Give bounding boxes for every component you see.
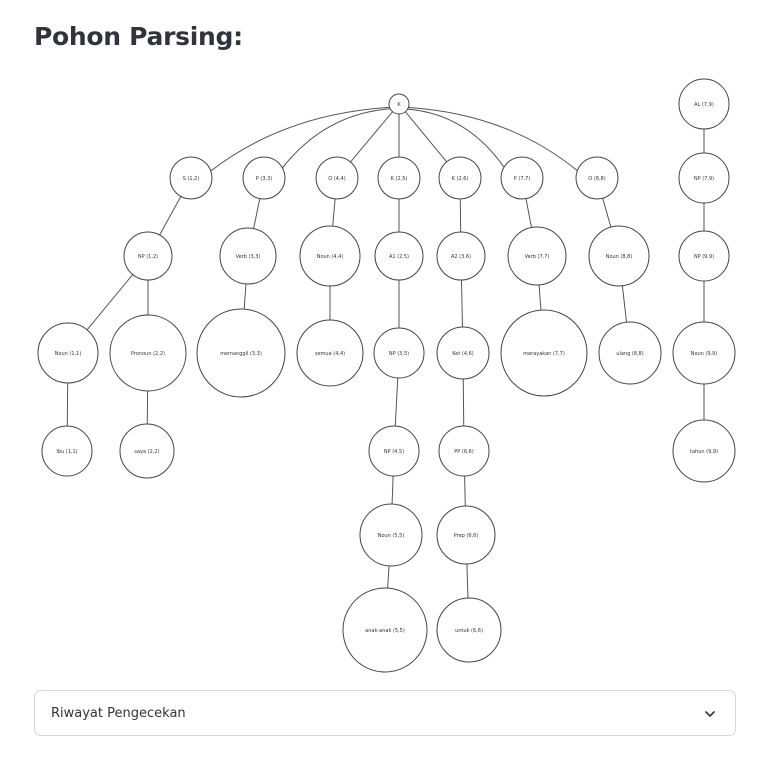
tree-edge xyxy=(350,111,393,163)
tree-node-label: NP (4,5) xyxy=(384,449,404,455)
tree-node: Noun (1,1) xyxy=(37,322,99,384)
tree-node: A2 (3,6) xyxy=(436,231,486,281)
tree-node-label: Verb (3,3) xyxy=(236,254,261,260)
tree-node: NP (7,9) xyxy=(678,152,730,204)
tree-node-label: O (8,8) xyxy=(588,176,605,182)
tree-node-label: Noun (9,9) xyxy=(691,351,718,357)
tree-node-label: NP (1,2) xyxy=(138,254,158,260)
tree-node: memanggil (3,3) xyxy=(196,308,286,398)
tree-node: O (4,4) xyxy=(315,156,359,200)
tree-node: Ibu (1,1) xyxy=(41,425,93,477)
tree-node-label: O (4,4) xyxy=(328,176,345,182)
tree-edge xyxy=(525,198,533,228)
tree-node-label: Pronoun (2,2) xyxy=(131,351,165,357)
tree-node-label: saya (2,2) xyxy=(134,449,159,455)
tree-node-label: PP (6,6) xyxy=(454,449,474,455)
tree-node: merayakan (7,7) xyxy=(500,309,588,397)
tree-node-label: merayakan (7,7) xyxy=(523,351,565,357)
tree-node: saya (2,2) xyxy=(119,423,175,479)
tree-edge xyxy=(538,284,542,311)
tree-node: K (2,5) xyxy=(377,156,421,200)
tree-node: ulang (8,8) xyxy=(598,321,662,385)
tree-node: P (7,7) xyxy=(500,156,544,200)
tree-node: Noun (9,9) xyxy=(672,321,736,385)
tree-node: K (2,6) xyxy=(438,156,482,200)
tree-node-label: Noun (5,5) xyxy=(378,533,405,539)
tree-node-label: P (7,7) xyxy=(514,176,531,182)
tree-edge xyxy=(466,563,469,599)
tree-edge xyxy=(159,196,182,236)
tree-node: NP (9,9) xyxy=(678,230,730,282)
tree-node-label: Ibu (1,1) xyxy=(56,449,77,455)
tree-node-label: memanggil (3,3) xyxy=(220,351,262,357)
tree-node-label: K (2,6) xyxy=(452,176,469,182)
tree-node-label: AL (7,9) xyxy=(694,102,714,108)
tree-edge xyxy=(460,279,463,328)
tree-edge xyxy=(621,285,628,323)
tree-edge xyxy=(243,283,247,310)
tree-node-label: Noun (8,8) xyxy=(606,254,633,260)
tree-node: semua (4,4) xyxy=(296,319,364,387)
tree-nodes: K S (1,2) P (3,3) O (4,4) K (2,5) K (2,6) P (7… xyxy=(37,78,736,673)
tree-edge xyxy=(332,198,336,227)
expander-label: Riwayat Pengecekan xyxy=(51,706,186,721)
tree-edge xyxy=(464,475,466,507)
tree-node-label: A1 (2,5) xyxy=(389,254,409,260)
tree-node-label: A2 (3,6) xyxy=(451,254,471,260)
tree-node: Noun (5,5) xyxy=(359,503,423,567)
tree-node: anak-anak (5,5) xyxy=(342,587,428,673)
tree-node: Pronoun (2,2) xyxy=(109,314,187,392)
tree-edge xyxy=(210,106,390,172)
tree-node-label: Prep (6,6) xyxy=(454,533,479,539)
tree-edge xyxy=(253,198,261,229)
chevron-down-icon xyxy=(705,711,715,717)
tree-node-label: anak-anak (5,5) xyxy=(365,628,405,634)
tree-node: Noun (4,4) xyxy=(299,225,361,287)
tree-node-label: NP (7,9) xyxy=(694,176,714,182)
tree-node: Noun (8,8) xyxy=(588,225,650,287)
tree-node: O (8,8) xyxy=(575,156,619,200)
tree-node-label: NP (9,9) xyxy=(694,254,714,260)
tree-node-label: Noun (4,4) xyxy=(317,254,344,260)
tree-node: NP (3,5) xyxy=(373,327,425,379)
tree-node-label: tahun (9,9) xyxy=(690,449,718,455)
tree-edge xyxy=(404,111,448,163)
tree-node: S (1,2) xyxy=(169,156,213,200)
tree-node-label: P (3,3) xyxy=(256,176,273,182)
tree-edge xyxy=(387,565,390,589)
tree-node-label: K (2,5) xyxy=(391,176,408,182)
tree-edge xyxy=(602,198,612,228)
tree-node: AL (7,9) xyxy=(678,78,730,130)
tree-node-label: untuk (6,6) xyxy=(455,628,483,634)
tree-node: Ket (4,6) xyxy=(436,326,490,380)
tree-node: untuk (6,6) xyxy=(436,597,502,663)
tree-node-label: ulang (8,8) xyxy=(616,351,643,357)
tree-node: P (3,3) xyxy=(242,156,286,200)
tree-node: NP (1,2) xyxy=(123,231,173,281)
tree-node-label: S (1,2) xyxy=(183,176,200,182)
tree-node: K xyxy=(388,93,410,115)
tree-node: Verb (7,7) xyxy=(507,226,567,286)
tree-node: tahun (9,9) xyxy=(672,419,736,483)
tree-node-label: Ket (4,6) xyxy=(452,351,474,357)
tree-edge xyxy=(391,475,394,505)
tree-node-label: NP (3,5) xyxy=(389,351,409,357)
tree-edge xyxy=(394,377,399,427)
parse-tree-diagram: K S (1,2) P (3,3) O (4,4) K (2,5) K (2,6) P (7… xyxy=(37,78,736,673)
tree-node-label: Verb (7,7) xyxy=(525,254,550,260)
tree-node: NP (4,5) xyxy=(368,425,420,477)
tree-node-label: Noun (1,1) xyxy=(55,351,82,357)
tree-node: A1 (2,5) xyxy=(374,231,424,281)
tree-edge xyxy=(408,107,578,172)
tree-node: PP (6,6) xyxy=(438,425,490,477)
history-expander[interactable]: Riwayat Pengecekan xyxy=(34,690,736,736)
tree-node: Prep (6,6) xyxy=(436,505,496,565)
tree-node: Verb (3,3) xyxy=(219,227,277,285)
tree-node-label: semua (4,4) xyxy=(315,351,345,357)
